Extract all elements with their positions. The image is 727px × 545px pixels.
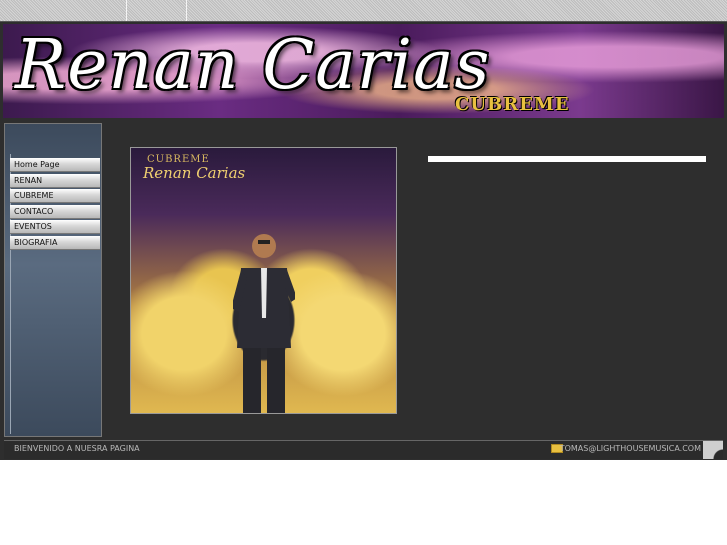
nav-item-renan[interactable]: RENAN	[10, 173, 100, 188]
album-cover: CUBREME Renan Carias	[130, 147, 397, 414]
content-divider-bar	[428, 156, 706, 162]
welcome-text: BIENVENIDO A NUESRA PAGINA	[14, 444, 140, 453]
footer: BIENVENIDO A NUESRA PAGINA TOMAS@LIGHTHO…	[4, 440, 723, 459]
nav-item-home[interactable]: Home Page	[10, 158, 100, 172]
header-banner: Renan Carias CUBREME	[3, 24, 724, 118]
site-subtitle: CUBREME	[455, 94, 570, 115]
top-stripe-bar	[0, 0, 727, 22]
top-divider	[186, 0, 187, 21]
nav-item-cubreme[interactable]: CUBREME	[10, 189, 100, 204]
main-nav: Home Page RENAN CUBREME CONTACO EVENTOS …	[10, 158, 100, 252]
nav-item-contaco[interactable]: CONTACO	[10, 204, 100, 219]
top-divider	[126, 0, 127, 21]
email-link[interactable]: TOMAS@LIGHTHOUSEMUSICA.COM	[560, 444, 701, 453]
nav-item-biografia[interactable]: BIOGRAFIA	[10, 235, 100, 250]
singer-figure	[233, 234, 295, 413]
footer-corner-curl	[703, 441, 723, 459]
nav-item-eventos[interactable]: EVENTOS	[10, 220, 100, 235]
site-title: Renan Carias	[15, 26, 491, 105]
album-title: Renan Carias	[143, 164, 246, 182]
